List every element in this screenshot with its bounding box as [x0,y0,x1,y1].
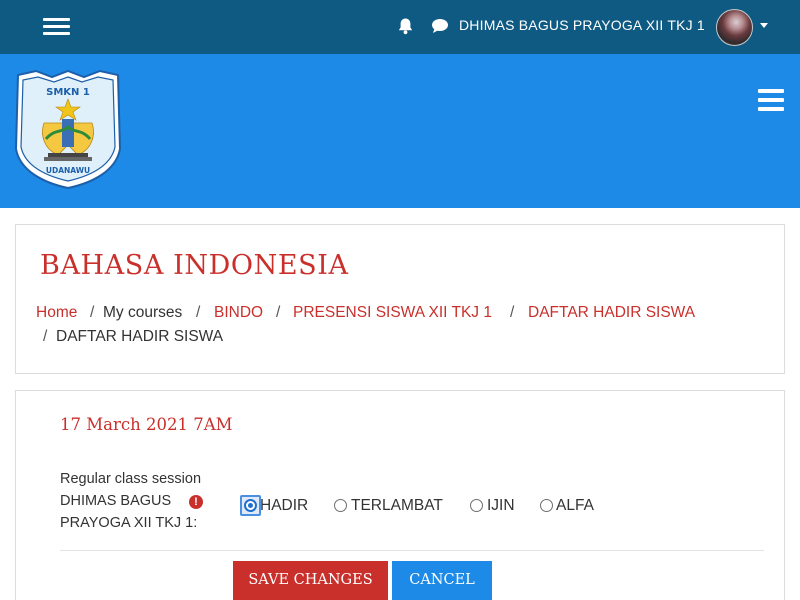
student-name-label: DHIMAS BAGUS [60,493,172,509]
breadcrumb-daftar-hadir[interactable]: DAFTAR HADIR SISWA [528,304,695,322]
chat-icon[interactable] [431,18,449,34]
save-changes-button[interactable]: SAVE CHANGES [233,561,388,600]
breadcrumb-home[interactable]: Home [36,304,77,322]
user-name[interactable]: DHIMAS BAGUS PRAYOGA XII TKJ 1 [459,17,705,33]
radio-label-hadir[interactable]: HADIR [260,497,308,515]
breadcrumb-separator: / [276,304,281,321]
school-logo[interactable]: SMKN 1 UDANAWU [14,69,122,189]
menu-toggle-icon[interactable] [758,89,784,111]
cancel-button[interactable]: CANCEL [392,561,492,600]
breadcrumb-separator: / [510,304,515,321]
session-title: 17 March 2021 7AM [60,415,233,434]
course-header-card [15,224,785,374]
radio-alfa[interactable] [540,499,553,512]
radio-label-terlambat[interactable]: TERLAMBAT [351,497,443,515]
breadcrumb-separator: / [196,304,201,321]
page-title: BAHASA INDONESIA [40,250,349,281]
logo-top-text: SMKN 1 [46,87,90,98]
radio-hadir[interactable] [244,499,257,512]
hamburger-icon[interactable] [43,18,70,36]
form-divider [60,550,764,551]
student-name-label-cont: PRAYOGA XII TKJ 1: [60,515,198,531]
avatar[interactable] [716,9,753,46]
radio-terlambat[interactable] [334,499,347,512]
breadcrumb-separator: / [43,328,48,345]
breadcrumb-bindo[interactable]: BINDO [214,304,263,322]
caret-down-icon[interactable] [760,23,768,28]
bell-icon[interactable] [397,17,414,35]
breadcrumb-current: DAFTAR HADIR SISWA [56,328,224,345]
radio-label-ijin[interactable]: IJIN [487,497,515,515]
session-type-label: Regular class session [60,471,202,487]
logo-bottom-text: UDANAWU [46,166,90,175]
breadcrumb-separator: / [90,304,95,321]
breadcrumb-presensi[interactable]: PRESENSI SISWA XII TKJ 1 [293,304,492,322]
radio-label-alfa[interactable]: ALFA [556,497,594,515]
radio-ijin[interactable] [470,499,483,512]
exclamation-icon: ! [189,495,203,509]
breadcrumb-my-courses: My courses [103,304,183,321]
